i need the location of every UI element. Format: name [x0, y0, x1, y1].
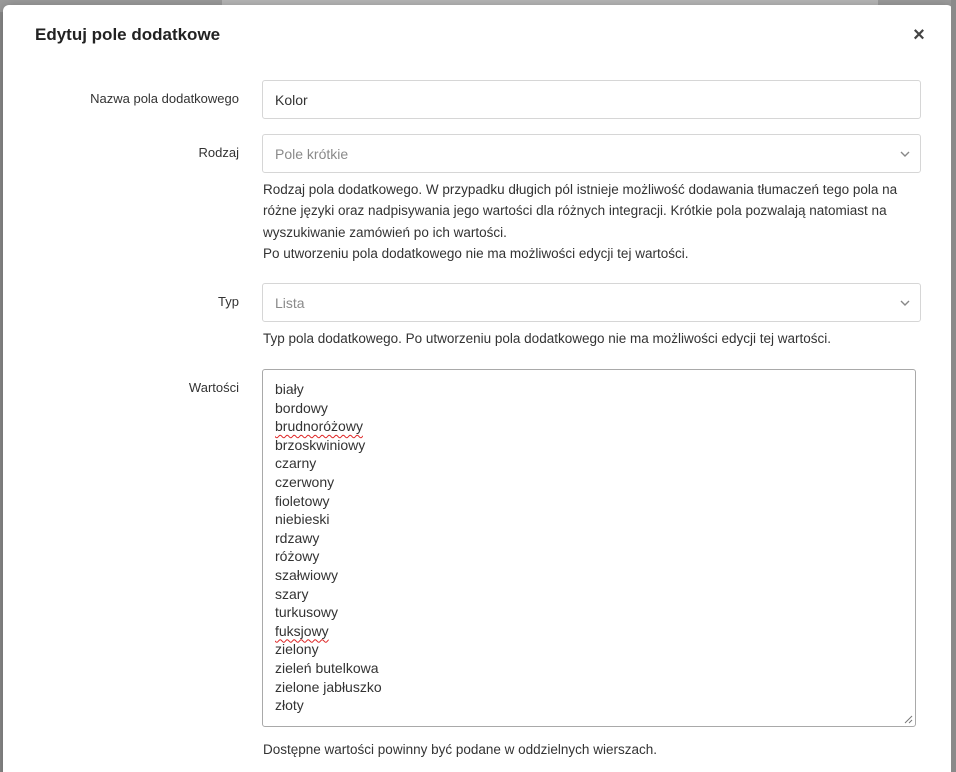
values-line: fioletowy	[275, 492, 330, 509]
values-line: biały	[275, 381, 304, 397]
values-line: szary	[275, 585, 309, 602]
values-line: złoty	[275, 697, 304, 714]
values-line: czarny	[275, 455, 317, 472]
values-label: Wartości	[188, 380, 239, 395]
backdrop-right-edge	[951, 0, 956, 772]
values-line: turkusowy	[275, 604, 339, 621]
type-select[interactable]: Lista	[262, 283, 921, 322]
values-line: brzoskwiniowy	[275, 436, 366, 453]
kind-select-value: Pole krótkie	[275, 145, 349, 162]
edit-field-modal: Edytuj pole dodatkowe × Nazwa pola dodat…	[3, 5, 953, 772]
kind-select[interactable]: Pole krótkie	[262, 134, 921, 173]
kind-label: Rodzaj	[198, 145, 239, 160]
values-line: niebieski	[275, 511, 330, 528]
type-label: Typ	[218, 294, 239, 309]
values-line: bordowy	[275, 399, 328, 416]
type-select-value: Lista	[275, 294, 305, 311]
values-line: brudnoróżowy	[275, 418, 363, 435]
close-icon: ×	[913, 24, 925, 46]
kind-help-note: Po utworzeniu pola dodatkowego nie ma mo…	[263, 245, 689, 261]
values-line: czerwony	[275, 473, 335, 490]
chevron-down-icon	[900, 151, 910, 157]
name-input-value: Kolor	[275, 91, 308, 108]
modal-title: Edytuj pole dodatkowe	[35, 25, 221, 44]
chevron-down-icon	[900, 300, 910, 306]
values-line: szałwiowy	[275, 566, 339, 583]
modal-header: Edytuj pole dodatkowe ×	[3, 5, 953, 67]
name-label: Nazwa pola dodatkowego	[90, 91, 239, 106]
values-line: rdzawy	[275, 529, 320, 546]
values-textarea[interactable]: biały bordowy brudnoróżowy brzoskwiniowy cza…	[262, 369, 916, 727]
values-help-text: Dostępne wartości powinny być podane w o…	[263, 742, 657, 757]
resize-handle-icon[interactable]	[903, 714, 913, 724]
kind-help-paragraph: Rodzaj pola dodatkowego. W przypadku dłu…	[263, 182, 898, 240]
name-input[interactable]: Kolor	[262, 80, 921, 119]
values-line: fuksjowy	[275, 622, 329, 639]
values-line: zielone jabłuszko	[275, 678, 382, 695]
kind-help-text: Rodzaj pola dodatkowego. W przypadku dłu…	[263, 179, 923, 264]
close-button[interactable]: ×	[909, 25, 929, 45]
values-line: zieleń butelkowa	[275, 659, 379, 676]
values-line: różowy	[275, 548, 320, 565]
type-help-text: Typ pola dodatkowego. Po utworzeniu pola…	[263, 331, 832, 346]
values-line: zielony	[275, 641, 319, 658]
